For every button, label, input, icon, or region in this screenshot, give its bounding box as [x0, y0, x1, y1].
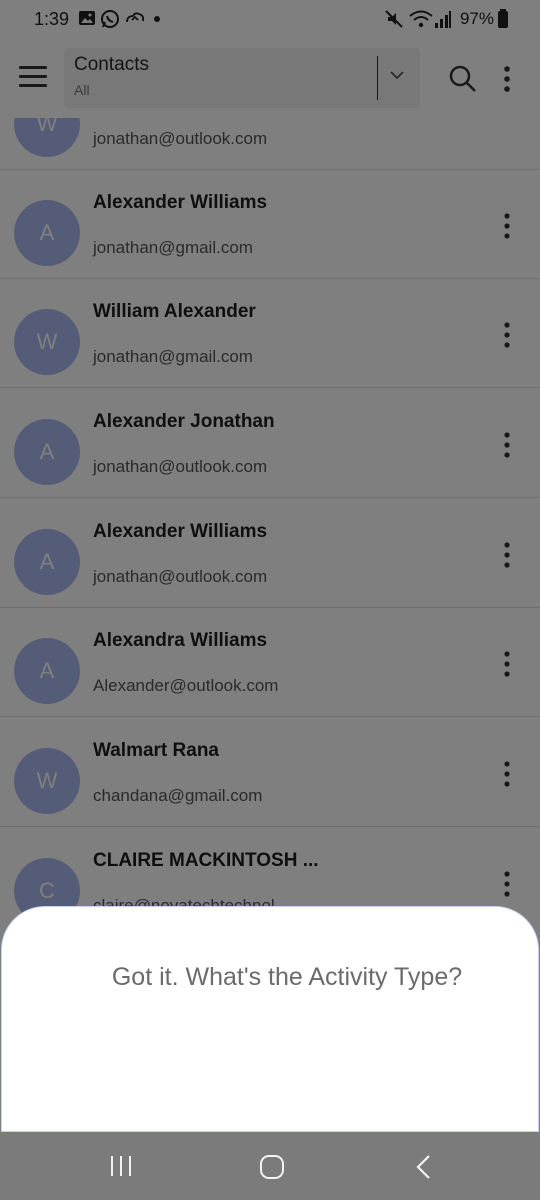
- sheet-question: Got it. What's the Activity Type?: [111, 963, 463, 991]
- screen: 1:39: [0, 0, 540, 1200]
- recent-apps-icon[interactable]: [108, 1154, 134, 1178]
- home-icon[interactable]: [259, 1154, 285, 1180]
- activity-type-bottom-sheet: Got it. What's the Activity Type?: [1, 906, 539, 1132]
- back-icon[interactable]: [414, 1154, 434, 1180]
- navigation-bar: [0, 1132, 540, 1200]
